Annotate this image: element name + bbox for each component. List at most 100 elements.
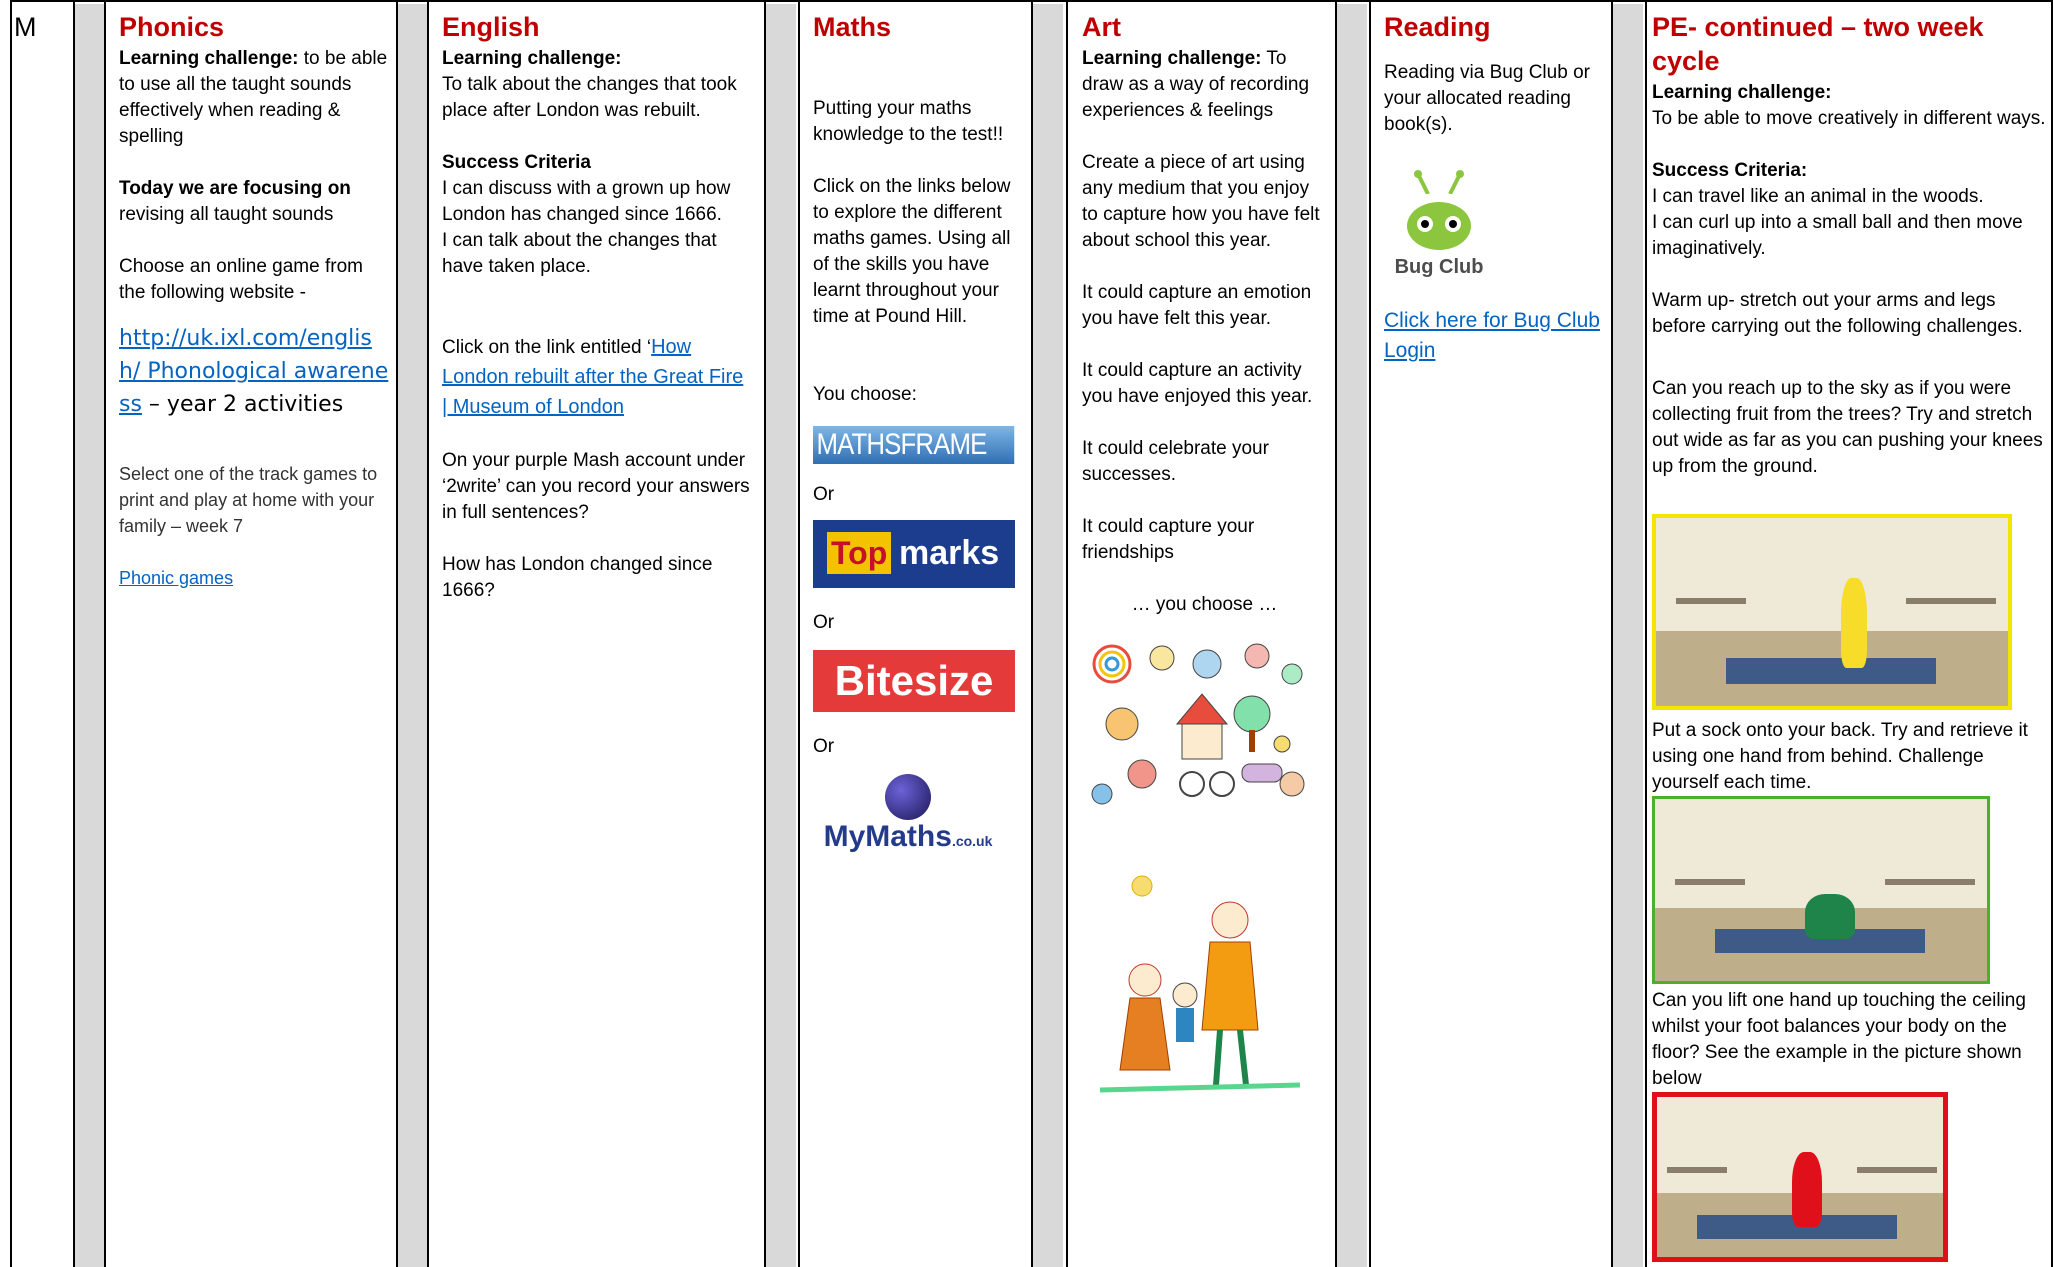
photo-mat: [1726, 658, 1936, 684]
reading-title: Reading: [1384, 12, 1491, 42]
art-lc-label: Learning challenge:: [1082, 48, 1262, 69]
art-activity-text: It could capture an activity you have en…: [1082, 360, 1313, 407]
phonics-website-suffix: – year 2 activities: [141, 392, 344, 417]
photo-bench: [1906, 598, 1996, 604]
photo-person: [1792, 1152, 1822, 1227]
phonic-games-link[interactable]: Phonic games: [119, 568, 233, 588]
column-spacer: [1337, 4, 1367, 1267]
art-friendships-text: It could capture your friendships: [1082, 516, 1255, 563]
art-doodle-illustration: [1091, 643, 1305, 805]
table-border: [1031, 0, 1033, 1267]
phonics-learning-challenge: Learning challenge: to be able to use al…: [119, 46, 389, 150]
reading-column: Reading Reading via Bug Club or your all…: [1384, 10, 1604, 392]
bitesize-logo[interactable]: Bitesize: [813, 650, 1015, 712]
art-doodle-image: [1082, 634, 1312, 814]
maths-click-text: Click on the links below to explore the …: [813, 176, 1011, 327]
mymaths-logo-text: MyMaths.co.uk: [813, 820, 1003, 858]
table-border: [1335, 0, 1337, 1267]
reading-text: Reading via Bug Club or your allocated r…: [1384, 62, 1590, 135]
bug-club-logo[interactable]: Bug Club: [1384, 168, 1494, 280]
bug-eye-left: [1417, 216, 1433, 232]
topmarks-logo-top: Top: [827, 532, 892, 574]
english-column: English Learning challenge: To talk abou…: [442, 10, 752, 630]
mymaths-logo-name: MyMaths: [823, 820, 952, 853]
english-click-instruction: Click on the link entitled ‘How London r…: [442, 332, 752, 422]
bug-antennae-icon: [1414, 170, 1464, 195]
column-spacer: [1033, 4, 1063, 1267]
mymaths-logo[interactable]: MyMaths.co.uk: [813, 774, 1003, 858]
phonics-lc-label: Learning challenge:: [119, 48, 299, 69]
english-title: English: [442, 12, 540, 42]
photo-wall: [1655, 799, 1987, 909]
column-spacer: [766, 4, 796, 1267]
phonics-focus-text: revising all taught sounds: [119, 204, 334, 225]
table-border: [764, 0, 766, 1267]
pe-lift-text: Can you lift one hand up touching the ce…: [1652, 990, 2026, 1089]
table-border: [427, 0, 429, 1267]
phonics-column: Phonics Learning challenge: to be able t…: [119, 10, 389, 617]
photo-bench: [1885, 879, 1975, 885]
mathsframe-logo[interactable]: MATHSFRAME: [813, 426, 1015, 464]
phonics-website: http://uk.ixl.com/english/ Phonological …: [119, 322, 389, 421]
pe-sc-1: I can travel like an animal in the woods…: [1652, 186, 1984, 207]
bug-club-login-link[interactable]: Click here for Bug Club Login: [1384, 309, 1600, 362]
phonics-choose-text: Choose an online game from the following…: [119, 256, 363, 303]
pe-lc-label: Learning challenge:: [1652, 82, 1832, 103]
english-sc-label: Success Criteria: [442, 152, 591, 173]
column-spacer: [398, 4, 428, 1267]
photo-bench: [1676, 598, 1746, 604]
day-label: M: [14, 12, 37, 42]
photo-wall: [1656, 518, 2008, 631]
english-lc-text: To talk about the changes that took plac…: [442, 74, 737, 121]
art-create-text: Create a piece of art using any medium t…: [1082, 152, 1320, 251]
english-purple-mash-text: On your purple Mash account under ‘2writ…: [442, 450, 750, 523]
maths-or-1: Or: [813, 484, 835, 505]
photo-person: [1841, 578, 1867, 668]
art-column: Art Learning challenge: To draw as a way…: [1082, 10, 1327, 1100]
maths-column: Maths Putting your maths knowledge to th…: [813, 10, 1023, 858]
pe-column: PE- continued – two week cycle Learning …: [1652, 10, 2048, 1262]
pe-photo-reach: [1652, 514, 2012, 710]
photo-bench: [1667, 1167, 1727, 1173]
english-lc-label: Learning challenge:: [442, 48, 622, 69]
art-emotion-text: It could capture an emotion you have fel…: [1082, 282, 1312, 329]
table-border: [73, 0, 75, 1267]
timetable-page: M Phonics Learning challenge: to be able…: [0, 0, 2053, 1267]
art-learning-challenge: Learning challenge: To draw as a way of …: [1082, 46, 1327, 124]
pe-reach-text: Can you reach up to the sky as if you we…: [1652, 378, 2043, 477]
table-border: [1369, 0, 1371, 1267]
maths-title: Maths: [813, 12, 892, 42]
family-drawing-illustration: [1099, 875, 1301, 1093]
english-sc-1: I can discuss with a grown up how London…: [442, 178, 731, 225]
english-sc-2: I can talk about the changes that have t…: [442, 230, 717, 277]
art-celebrate-text: It could celebrate your successes.: [1082, 438, 1269, 485]
table-border: [1066, 0, 1068, 1267]
topmarks-logo[interactable]: Top marks: [813, 520, 1015, 588]
bug-club-logo-label: Bug Club: [1394, 256, 1484, 278]
topmarks-logo-marks: marks: [899, 534, 1000, 572]
pe-sc-2: I can curl up into a small ball and then…: [1652, 212, 2023, 259]
table-border: [1645, 0, 1647, 1267]
maths-intro: Putting your maths knowledge to the test…: [813, 98, 1004, 145]
pe-photo-sock: [1652, 796, 1990, 984]
table-border: [104, 0, 106, 1267]
table-border: [396, 0, 398, 1267]
art-title: Art: [1082, 12, 1121, 42]
column-spacer: [1613, 4, 1643, 1267]
bug-eye-right: [1445, 216, 1461, 232]
table-border: [1611, 0, 1613, 1267]
phonics-title: Phonics: [119, 12, 225, 42]
photo-bench: [1675, 879, 1745, 885]
phonics-select-text: Select one of the track games to print a…: [119, 464, 378, 536]
pe-photo-lift: [1652, 1092, 1948, 1262]
mymaths-ball-icon: [885, 774, 931, 820]
pe-sock-text: Put a sock onto your back. Try and retri…: [1652, 720, 2028, 793]
pe-title: PE- continued – two week cycle: [1652, 12, 1984, 76]
mymaths-logo-suffix: .co.uk: [951, 833, 993, 849]
table-border: [798, 0, 800, 1267]
art-family-drawing: [1099, 870, 1301, 1100]
pe-warmup: Warm up- stretch out your arms and legs …: [1652, 290, 2023, 337]
phonics-focus-label: Today we are focusing on: [119, 178, 351, 199]
art-you-choose: … you choose …: [1131, 594, 1278, 615]
maths-or-3: Or: [813, 736, 835, 757]
